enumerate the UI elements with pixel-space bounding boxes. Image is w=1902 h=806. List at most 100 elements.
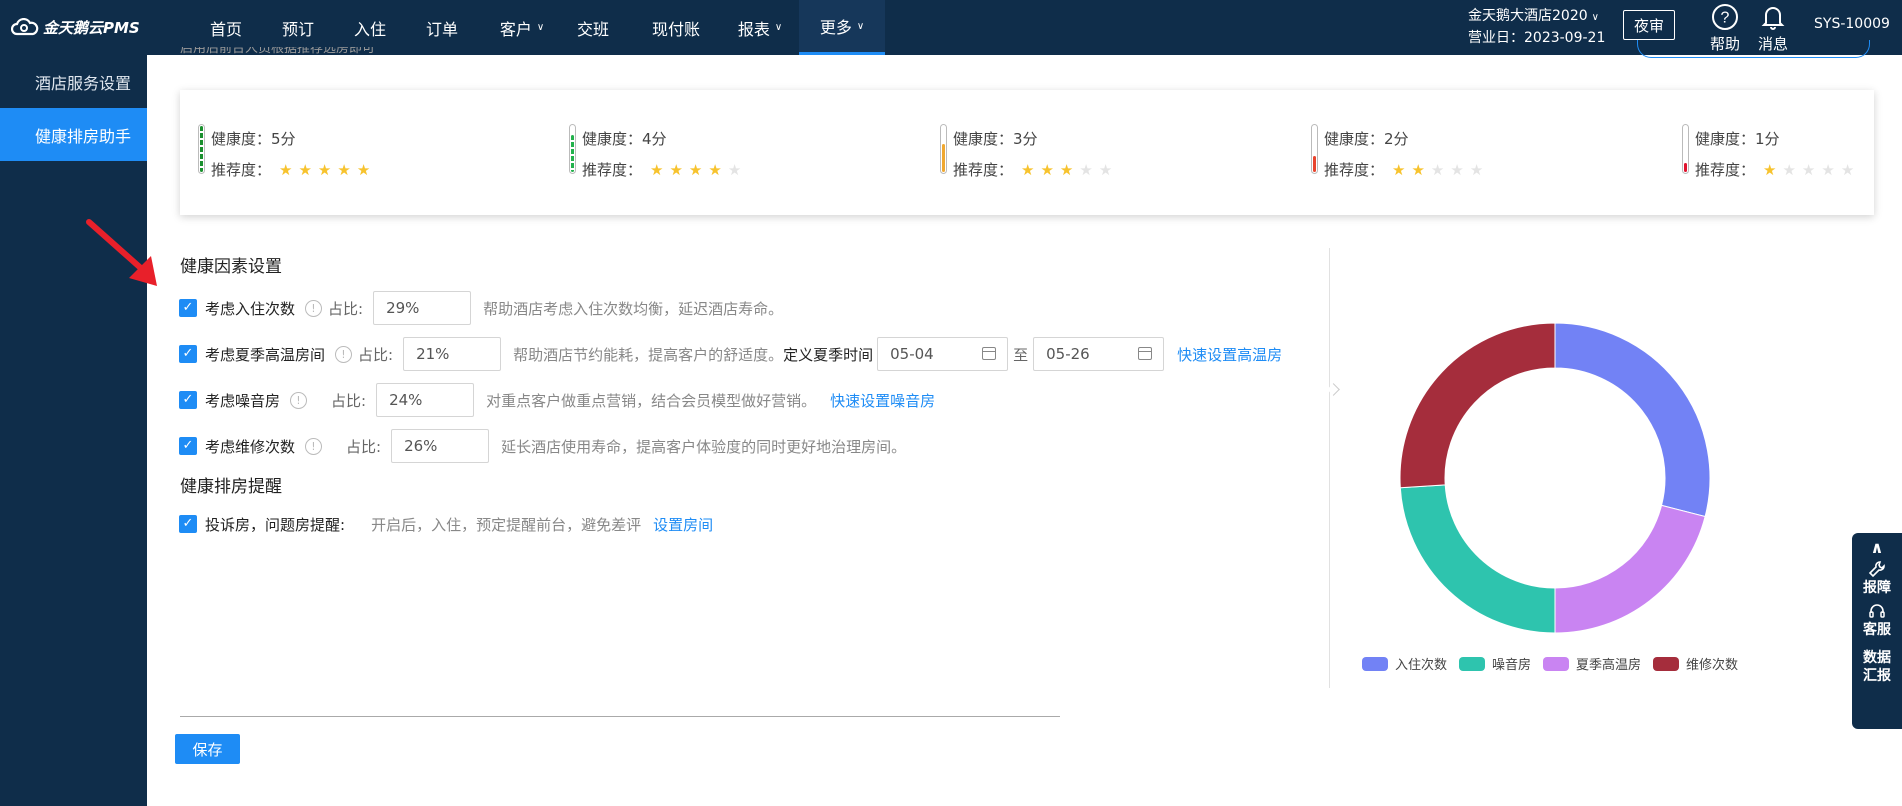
- info-icon[interactable]: !: [305, 299, 323, 317]
- star-filled-icon: ★: [1392, 161, 1412, 179]
- quick-set-hot-rooms-link[interactable]: 快速设置高温房: [1177, 344, 1282, 365]
- customer-service-button[interactable]: 客服: [1863, 601, 1891, 639]
- info-icon[interactable]: !: [290, 391, 308, 409]
- app-logo[interactable]: 金天鹅云PMS: [11, 15, 140, 39]
- factor-row-noise: ✓ 考虑噪音房 ! 占比: 24% 对重点客户做重点营销，结合会员模型做好营销。…: [179, 383, 935, 417]
- thermometer-icon: [1311, 124, 1318, 174]
- thermometer-icon: [1682, 124, 1689, 174]
- report-fault-label: 报障: [1863, 580, 1891, 596]
- user-menu[interactable]: SYS-10009: [1814, 16, 1890, 32]
- star-empty-icon: ★: [1079, 161, 1099, 179]
- chart-legend-item[interactable]: 入住次数: [1362, 654, 1447, 673]
- ratio-label: 占比:: [331, 391, 367, 410]
- info-icon[interactable]: !: [335, 345, 353, 363]
- set-rooms-link[interactable]: 设置房间: [653, 514, 713, 535]
- star-filled-icon: ★: [317, 161, 338, 179]
- nav-more[interactable]: 更多 ∨: [799, 0, 885, 55]
- ratio-input-repair[interactable]: 26%: [391, 429, 490, 463]
- star-filled-icon: ★: [650, 161, 670, 179]
- checkbox-summer[interactable]: ✓: [179, 345, 197, 363]
- donut-slice-噪音房[interactable]: [1399, 484, 1556, 634]
- sidebar-item-health-room-assistant[interactable]: 健康排房助手: [0, 108, 147, 161]
- checkbox-repair[interactable]: ✓: [179, 437, 197, 455]
- star-filled-icon: ★: [298, 161, 318, 179]
- sidebar-item-hotel-service-settings[interactable]: 酒店服务设置: [0, 55, 147, 108]
- donut-slice-入住次数[interactable]: [1554, 322, 1711, 518]
- ratio-label: 占比:: [328, 299, 364, 318]
- nav-label: 交班: [576, 19, 609, 39]
- vertical-divider: [1329, 248, 1330, 688]
- star-empty-icon: ★: [1840, 161, 1861, 179]
- save-button[interactable]: 保存: [175, 734, 240, 764]
- star-empty-icon: ★: [1782, 161, 1802, 179]
- legend-swatch: [1362, 656, 1388, 671]
- reminder-row: ✓ 投诉房，问题房提醒: 开启后，入住，预定提醒前台，避免差评 设置房间: [179, 508, 713, 540]
- legend-label: 入住次数: [1395, 658, 1448, 673]
- recommend-label: 推荐度：: [1695, 161, 1756, 179]
- chart-legend-item[interactable]: 噪音房: [1459, 654, 1531, 673]
- rating-stars: ★★★★★: [1021, 155, 1118, 186]
- checkbox-noise[interactable]: ✓: [179, 391, 197, 409]
- sidebar-item-label: 酒店服务设置: [35, 73, 132, 93]
- ratio-input-noise[interactable]: 24%: [376, 383, 475, 417]
- star-filled-icon: ★: [1763, 161, 1783, 179]
- nav-orders[interactable]: 订单: [414, 0, 470, 55]
- sidebar: 酒店服务设置 健康排房助手: [0, 55, 147, 806]
- nav-label: 首页: [209, 19, 242, 39]
- floating-tool-panel: ∧ 报障 客服 数据 汇报: [1852, 533, 1902, 729]
- star-filled-icon: ★: [279, 161, 299, 179]
- nav-cash-account[interactable]: 现付账: [640, 0, 712, 55]
- info-icon[interactable]: !: [305, 437, 323, 455]
- factor-label: 考虑入住次数: [205, 299, 296, 318]
- ratio-input-summer[interactable]: 21%: [403, 337, 502, 371]
- data-report-button[interactable]: 数据 汇报: [1863, 649, 1891, 685]
- star-filled-icon: ★: [337, 161, 357, 179]
- chart-legend-item[interactable]: 夏季高温房: [1543, 654, 1641, 673]
- scrolled-button-edge[interactable]: [1637, 40, 1870, 58]
- factor-description: 对重点客户做重点营销，结合会员模型做好营销。: [486, 391, 817, 410]
- report-fault-button[interactable]: 报障: [1863, 559, 1891, 597]
- health-score: 健康度：4分: [582, 130, 667, 148]
- star-filled-icon: ★: [1040, 161, 1060, 179]
- donut-slice-维修次数[interactable]: [1399, 322, 1556, 489]
- chevron-down-icon: ∨: [1591, 12, 1599, 23]
- quick-set-noise-rooms-link[interactable]: 快速设置噪音房: [830, 390, 935, 411]
- factor-label: 考虑维修次数: [205, 437, 296, 456]
- nav-customers[interactable]: 客户 ∨: [484, 0, 560, 55]
- nav-reports[interactable]: 报表 ∨: [722, 0, 798, 55]
- factor-label: 考虑夏季高温房间: [205, 345, 326, 364]
- legend-swatch: [1459, 656, 1486, 671]
- chart-legend: 入住次数 噪音房 夏季高温房 维修次数: [1362, 654, 1750, 673]
- ratio-label: 占比:: [358, 345, 394, 364]
- legend-label: 夏季高温房: [1576, 658, 1642, 673]
- donut-slice-夏季高温房[interactable]: [1554, 504, 1706, 634]
- chart-legend-item[interactable]: 维修次数: [1653, 654, 1738, 673]
- night-audit-button[interactable]: 夜审: [1623, 10, 1675, 40]
- star-filled-icon: ★: [1411, 161, 1431, 179]
- chevron-down-icon: ∨: [774, 22, 783, 33]
- health-score: 健康度：3分: [953, 130, 1038, 148]
- summer-end-date[interactable]: 05-26: [1033, 337, 1165, 371]
- nav-shift[interactable]: 交班: [565, 0, 621, 55]
- checkbox-complaint-reminder[interactable]: ✓: [179, 515, 197, 533]
- summer-define-label: 定义夏季时间: [783, 345, 874, 364]
- rating-stars: ★★★★★: [1763, 155, 1860, 186]
- nav-label: 客户: [499, 19, 532, 39]
- cloud-icon: [11, 18, 39, 36]
- summer-start-date[interactable]: 05-04: [877, 337, 1009, 371]
- star-filled-icon: ★: [356, 161, 377, 179]
- ratio-input-checkins[interactable]: 29%: [373, 291, 472, 325]
- star-empty-icon: ★: [1450, 161, 1470, 179]
- nav-label: 更多: [819, 18, 852, 37]
- hotel-selector[interactable]: 金天鹅大酒店2020 ∨ 营业日：2023-09-21: [1468, 6, 1605, 49]
- help-circle-icon: ?: [1712, 4, 1738, 30]
- user-name: SYS-10009: [1814, 16, 1890, 32]
- star-filled-icon: ★: [708, 161, 728, 179]
- checkbox-checkins[interactable]: ✓: [179, 299, 197, 317]
- calendar-icon: [1138, 347, 1153, 360]
- health-score: 健康度：5分: [211, 130, 296, 148]
- date-value: 05-04: [890, 345, 934, 363]
- star-empty-icon: ★: [1801, 161, 1822, 179]
- chevron-up-icon[interactable]: ∧: [1871, 540, 1884, 556]
- legend-label: 噪音房: [1492, 658, 1532, 673]
